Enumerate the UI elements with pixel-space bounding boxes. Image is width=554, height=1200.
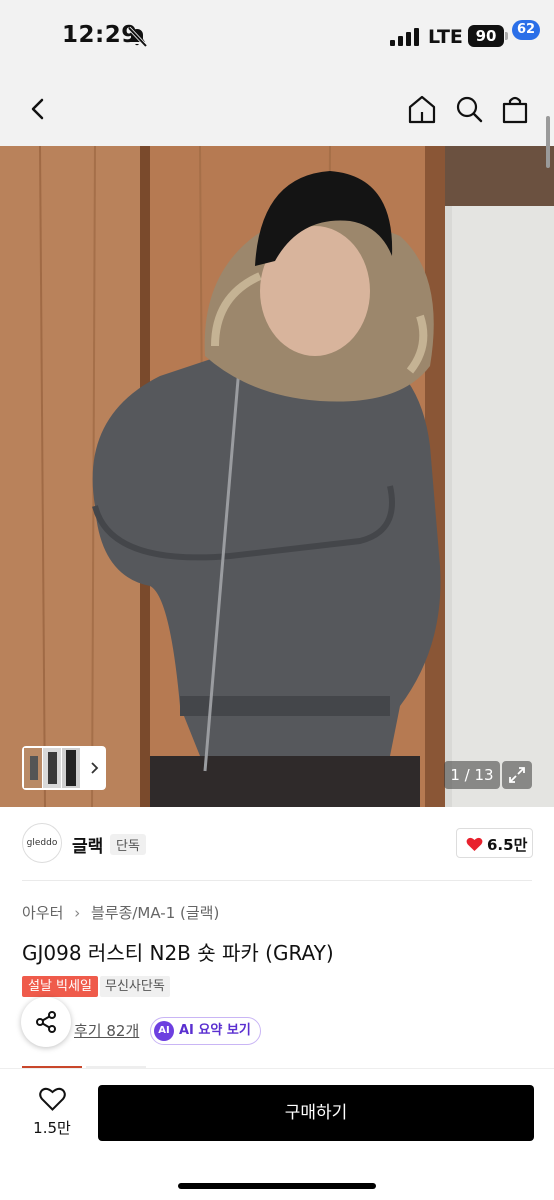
chevron-right-icon: › [74,904,81,922]
bell-slash-icon [127,26,148,48]
review-link[interactable]: 후기 82개 [74,1020,139,1041]
brand-like-button[interactable]: 6.5만 [456,828,533,858]
ai-icon: AI [154,1021,174,1041]
buy-button[interactable]: 구매하기 [98,1085,534,1141]
cart-icon[interactable] [498,92,532,126]
share-icon [36,1011,56,1033]
brand-exclusive-tag: 단독 [110,834,146,855]
expand-button[interactable] [502,761,532,789]
brand-logo[interactable]: gleddo [22,823,62,863]
product-photo [0,146,554,807]
product-title: GJ098 러스티 N2B 숏 파카 (GRAY) [22,941,334,965]
breadcrumb-category[interactable]: 아우터 [22,902,63,923]
wishlist-button[interactable]: 1.5만 [22,1085,82,1141]
status-bar: 12:29 LTE 90 [0,0,554,72]
thumbnail-strip[interactable] [22,746,106,790]
top-nav-bar [0,72,554,146]
expand-icon [509,767,525,783]
sale-badge: 설날 빅세일 [22,976,98,997]
scrollbar[interactable] [546,116,550,168]
image-counter: 1 / 13 [444,761,500,789]
share-button[interactable] [21,997,71,1047]
brand-like-count: 6.5만 [487,836,528,854]
battery-level: 90 [468,25,504,47]
bottom-action-bar: 1.5만 구매하기 [0,1068,554,1200]
home-indicator [178,1183,376,1189]
cart-count-badge: 62 [512,20,541,40]
home-icon[interactable] [405,92,439,126]
breadcrumb: 아우터 › 블루종/MA-1 (글랙) [22,902,219,923]
back-icon[interactable] [22,92,54,126]
signal-icon [390,28,419,46]
brand-name[interactable]: 글랙 [72,832,103,857]
search-icon[interactable] [452,92,486,126]
product-image[interactable] [0,146,554,807]
ai-summary-button[interactable]: AI AI 요약 보기 [150,1017,261,1045]
network-label: LTE [428,26,463,48]
heart-outline-icon [39,1087,66,1111]
wishlist-count: 1.5만 [33,1119,71,1137]
divider [22,880,532,881]
heart-filled-icon [466,837,483,851]
ai-summary-label: AI 요약 보기 [179,1023,251,1038]
exclusive-badge: 무신사단독 [100,976,170,997]
breadcrumb-subcategory[interactable]: 블루종/MA-1 (글랙) [91,902,219,923]
battery-icon: 90 [468,25,508,47]
